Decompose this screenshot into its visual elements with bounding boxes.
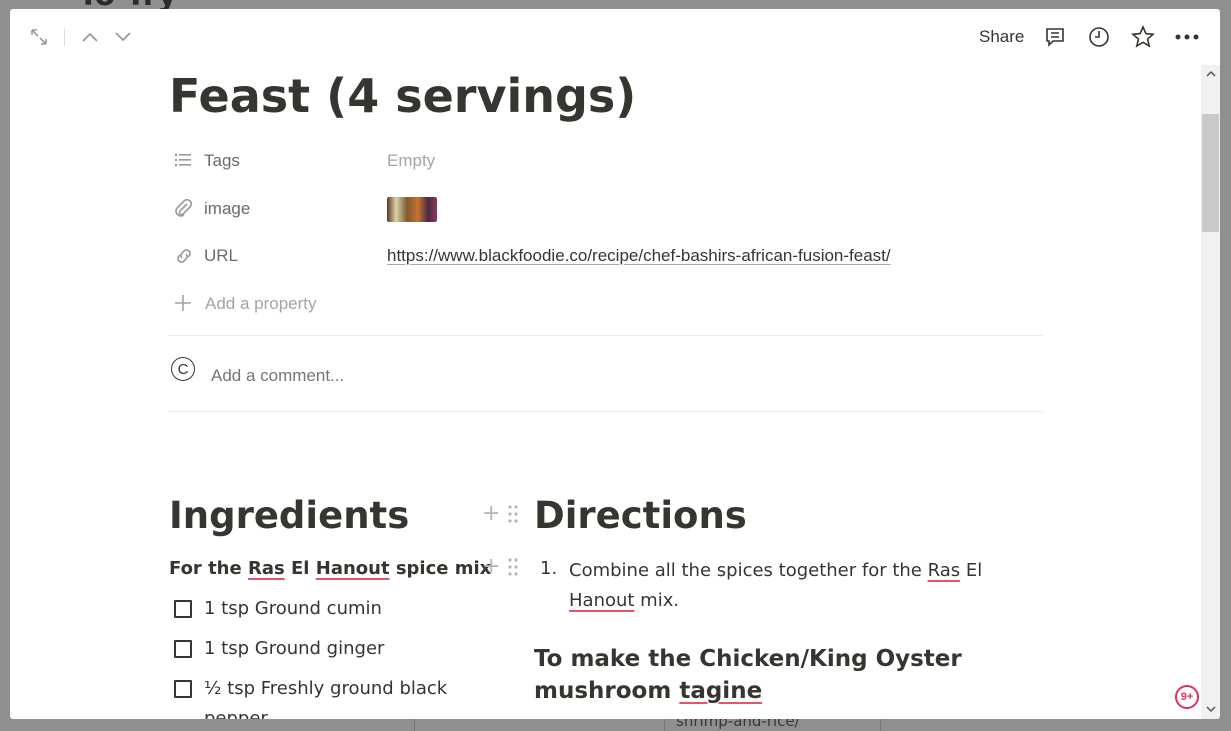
property-row-tags[interactable]: Tags Empty xyxy=(168,141,1048,181)
comment-icon[interactable] xyxy=(1043,25,1067,49)
property-name: URL xyxy=(204,246,239,265)
spice-mix-subheading[interactable]: For the Ras El Hanout spice mix xyxy=(169,558,491,579)
property-row-url[interactable]: URL https://www.blackfoodie.co/recipe/ch… xyxy=(168,236,1048,276)
block-handle: + xyxy=(482,556,522,578)
add-block-plus-icon[interactable]: + xyxy=(482,503,500,525)
star-icon[interactable] xyxy=(1131,25,1155,49)
misspelled-word: Ras xyxy=(247,558,285,579)
directions-heading[interactable]: Directions xyxy=(534,494,747,537)
ingredients-heading[interactable]: Ingredients xyxy=(169,494,409,537)
topbar-separator xyxy=(64,28,65,46)
todo-item: ½ tsp Freshly ground black pepper xyxy=(174,678,474,719)
page-title[interactable]: Feast (4 servings) xyxy=(169,69,636,123)
checkbox[interactable] xyxy=(174,600,192,618)
chevron-down-icon[interactable] xyxy=(113,26,133,48)
chevron-up-icon[interactable] xyxy=(80,26,100,48)
property-row-image[interactable]: image xyxy=(168,189,1048,229)
text-segment: El xyxy=(291,558,310,579)
image-thumbnail[interactable] xyxy=(387,197,437,222)
todo-text[interactable]: 1 tsp Ground cumin xyxy=(204,594,382,624)
scroll-thumb[interactable] xyxy=(1202,114,1219,232)
checkbox[interactable] xyxy=(174,680,192,698)
page-peek-modal: Share Feast (4 servings) Tags Empty imag… xyxy=(10,9,1220,719)
text-segment: El xyxy=(960,560,983,581)
misspelled-word: tagine xyxy=(679,678,763,704)
text-segment: mix. xyxy=(634,590,680,611)
avatar: C xyxy=(171,357,195,381)
block-handle: + xyxy=(482,503,522,525)
misspelled-word: Ras xyxy=(927,560,961,581)
link-icon xyxy=(174,246,194,266)
modal-topbar: Share xyxy=(10,9,1220,65)
share-button[interactable]: Share xyxy=(979,27,1024,47)
scroll-down-arrow-icon[interactable] xyxy=(1201,700,1220,718)
property-name: image xyxy=(204,199,251,218)
todo-text[interactable]: ½ tsp Freshly ground black pepper xyxy=(204,674,464,719)
paperclip-icon xyxy=(174,198,194,219)
property-name: Tags xyxy=(204,151,240,170)
text-segment: spice mix xyxy=(389,558,492,579)
checkbox[interactable] xyxy=(174,640,192,658)
add-property-button[interactable]: Add a property xyxy=(168,284,1048,324)
drag-handle-icon[interactable] xyxy=(508,505,518,523)
add-property-label: Add a property xyxy=(205,294,317,313)
url-link[interactable]: https://www.blackfoodie.co/recipe/chef-b… xyxy=(387,246,891,266)
text-segment: Combine all the spices together for the xyxy=(569,560,928,581)
vertical-scrollbar[interactable] xyxy=(1201,65,1220,719)
direction-step[interactable]: Combine all the spices together for the … xyxy=(569,556,1049,616)
divider xyxy=(168,335,1043,336)
property-value-tags[interactable]: Empty xyxy=(387,151,435,171)
todo-item: 1 tsp Ground cumin xyxy=(174,598,474,624)
expand-icon[interactable] xyxy=(28,26,50,48)
notification-badge[interactable]: 9+ xyxy=(1175,685,1199,709)
text-segment: For the xyxy=(169,558,248,579)
list-number: 1. xyxy=(540,558,558,579)
plus-icon xyxy=(174,294,194,314)
todo-item: 1 tsp Ground ginger xyxy=(174,638,474,664)
misspelled-word: Hanout xyxy=(569,590,635,611)
drag-handle-icon[interactable] xyxy=(508,558,518,576)
comment-input[interactable] xyxy=(211,366,911,386)
more-icon[interactable] xyxy=(1174,25,1200,49)
add-block-plus-icon[interactable]: + xyxy=(482,556,500,578)
divider xyxy=(168,411,1043,412)
scroll-up-arrow-icon[interactable] xyxy=(1201,65,1220,83)
todo-text[interactable]: 1 tsp Ground ginger xyxy=(204,634,384,664)
clock-icon[interactable] xyxy=(1087,25,1111,49)
tagine-subheading[interactable]: To make the Chicken/King Oyster mushroom… xyxy=(534,643,1054,707)
list-icon xyxy=(174,151,194,171)
misspelled-word: Hanout xyxy=(315,558,390,579)
